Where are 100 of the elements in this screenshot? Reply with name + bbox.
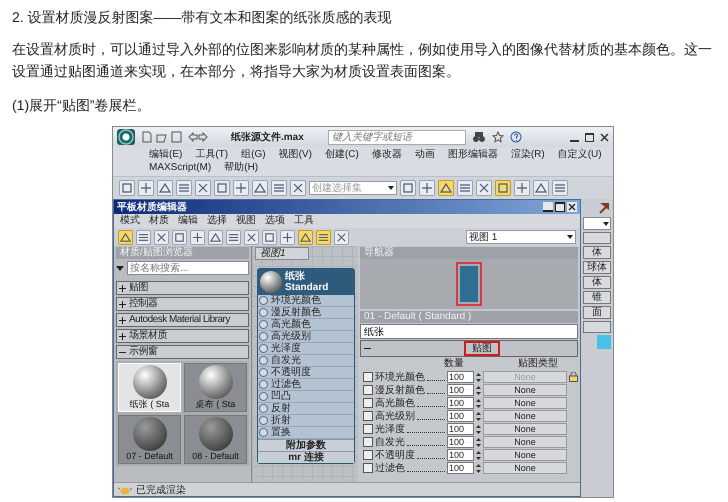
menu-item[interactable]: 工具(T) <box>195 149 228 161</box>
amount-field[interactable]: 100 <box>447 397 474 409</box>
tool-icon[interactable] <box>233 180 249 196</box>
tool-icon[interactable] <box>476 180 492 196</box>
menu-item[interactable]: 工具 <box>294 215 314 227</box>
view-tab[interactable]: 视图1 <box>255 247 309 260</box>
tool-icon[interactable] <box>119 180 135 196</box>
menu-item[interactable]: 视图 <box>236 215 256 227</box>
map-button[interactable]: None <box>483 462 567 474</box>
view-dropdown[interactable]: 视图 1 <box>466 230 576 244</box>
tool-icon[interactable] <box>208 230 223 244</box>
tool-icon[interactable] <box>154 230 169 244</box>
tool-icon[interactable] <box>138 180 154 196</box>
spinner-icon[interactable] <box>476 384 481 396</box>
tool-icon[interactable] <box>176 180 192 196</box>
tool-icon[interactable] <box>118 230 133 244</box>
node-rollout[interactable]: 附加参数 <box>258 439 354 451</box>
menu-item[interactable]: 材质 <box>149 215 169 227</box>
help-icon[interactable] <box>510 131 522 143</box>
tool-icon[interactable] <box>316 230 331 244</box>
panel-button[interactable] <box>583 321 611 333</box>
object-button[interactable]: 球体 <box>583 261 611 274</box>
tool-icon[interactable] <box>495 180 511 196</box>
checkbox[interactable] <box>363 424 373 434</box>
object-button[interactable]: 锥 <box>583 291 611 304</box>
tool-icon[interactable] <box>419 180 435 196</box>
menu-item[interactable]: 修改器 <box>372 149 402 161</box>
color-swatch[interactable] <box>597 335 611 349</box>
spinner-icon[interactable] <box>476 424 481 434</box>
rollout-header[interactable]: 贴图 <box>360 340 578 357</box>
menu-item[interactable]: 组(G) <box>241 149 266 161</box>
spinner-icon[interactable] <box>476 462 481 474</box>
map-button[interactable]: None <box>483 410 567 422</box>
material-swatch[interactable]: 桌布 ( Sta <box>184 363 247 412</box>
search-field[interactable]: 键入关键字或短语 <box>328 130 466 144</box>
map-button[interactable]: None <box>483 397 567 409</box>
tool-icon[interactable] <box>298 230 313 244</box>
tool-icon[interactable] <box>271 180 287 196</box>
spinner-icon[interactable] <box>476 410 481 422</box>
material-node[interactable]: 纸张 Standard 环境光颜色 漫反射颜色 高光颜色 高光级别 光泽度 自发光 不透明度 过滤色 凹凸 反射 折射 置换 附加参数 mr 连接 <box>257 268 355 464</box>
menu-item[interactable]: 创建(C) <box>324 149 359 161</box>
tool-icon[interactable] <box>552 180 568 196</box>
menu-item[interactable]: 渲染(R) <box>510 149 545 161</box>
tool-icon[interactable] <box>334 230 349 244</box>
menu-item[interactable]: 帮助(H) <box>224 162 258 174</box>
tool-icon[interactable] <box>262 230 277 244</box>
tool-icon[interactable] <box>226 230 241 244</box>
menu-item[interactable]: 动画 <box>414 149 435 161</box>
category-dropdown[interactable] <box>583 217 611 230</box>
map-button[interactable]: None <box>483 449 567 461</box>
name-field[interactable]: 纸张 <box>360 324 578 339</box>
binoculars-icon[interactable] <box>472 131 486 143</box>
tool-icon[interactable] <box>244 230 259 244</box>
menu-item[interactable]: 自定义(U) <box>558 149 602 161</box>
rollout-header[interactable]: 场景材质 <box>116 329 249 343</box>
tool-icon[interactable] <box>400 180 416 196</box>
amount-field[interactable]: 100 <box>447 423 474 435</box>
map-button[interactable]: None <box>483 423 567 435</box>
amount-field[interactable]: 100 <box>447 384 474 396</box>
tool-icon[interactable] <box>457 180 473 196</box>
lock-icon[interactable] <box>569 372 578 382</box>
tool-icon[interactable] <box>195 180 211 196</box>
tool-icon[interactable] <box>438 180 454 196</box>
tool-icon[interactable] <box>136 230 151 244</box>
object-button[interactable]: 体 <box>583 246 611 259</box>
tool-icon[interactable] <box>252 180 268 196</box>
minimize-button[interactable] <box>543 202 553 212</box>
spinner-icon[interactable] <box>476 436 481 448</box>
checkbox[interactable] <box>363 450 373 460</box>
material-swatch[interactable]: 08 - Default <box>184 415 247 464</box>
tool-icon[interactable] <box>514 180 530 196</box>
checkbox[interactable] <box>363 398 373 408</box>
tool-icon[interactable] <box>290 180 306 196</box>
tool-icon[interactable] <box>172 230 187 244</box>
maximize-button[interactable] <box>555 202 565 212</box>
menu-item[interactable]: 编辑 <box>178 215 198 227</box>
menu-item[interactable]: 选择 <box>207 215 227 227</box>
star-icon[interactable] <box>492 131 504 143</box>
node-rollout[interactable]: mr 连接 <box>258 451 354 463</box>
tool-icon[interactable] <box>190 230 205 244</box>
menu-item[interactable]: MAXScript(M) <box>149 162 212 174</box>
rollout-header[interactable]: 控制器 <box>116 297 249 311</box>
menu-item[interactable]: 编辑(E) <box>149 149 182 161</box>
hammer-icon[interactable] <box>597 201 611 215</box>
menu-item[interactable]: 模式 <box>120 215 140 227</box>
object-button[interactable]: 面 <box>583 306 611 319</box>
spinner-icon[interactable] <box>476 398 481 408</box>
menu-item[interactable]: 视图(V) <box>278 149 312 161</box>
close-button[interactable] <box>567 202 577 212</box>
menu-item[interactable]: 选项 <box>265 215 285 227</box>
amount-field[interactable]: 100 <box>447 462 474 474</box>
material-swatch[interactable]: 纸张 ( Sta <box>118 363 181 412</box>
maximize-button[interactable] <box>585 132 594 142</box>
rollout-header[interactable]: 贴图 <box>116 281 249 295</box>
spinner-icon[interactable] <box>476 372 481 382</box>
checkbox[interactable] <box>363 385 373 395</box>
tool-icon[interactable] <box>214 180 230 196</box>
spinner-icon[interactable] <box>476 450 481 460</box>
rollout-header[interactable]: Autodesk Material Library <box>116 313 249 327</box>
object-button[interactable]: 体 <box>583 276 611 289</box>
